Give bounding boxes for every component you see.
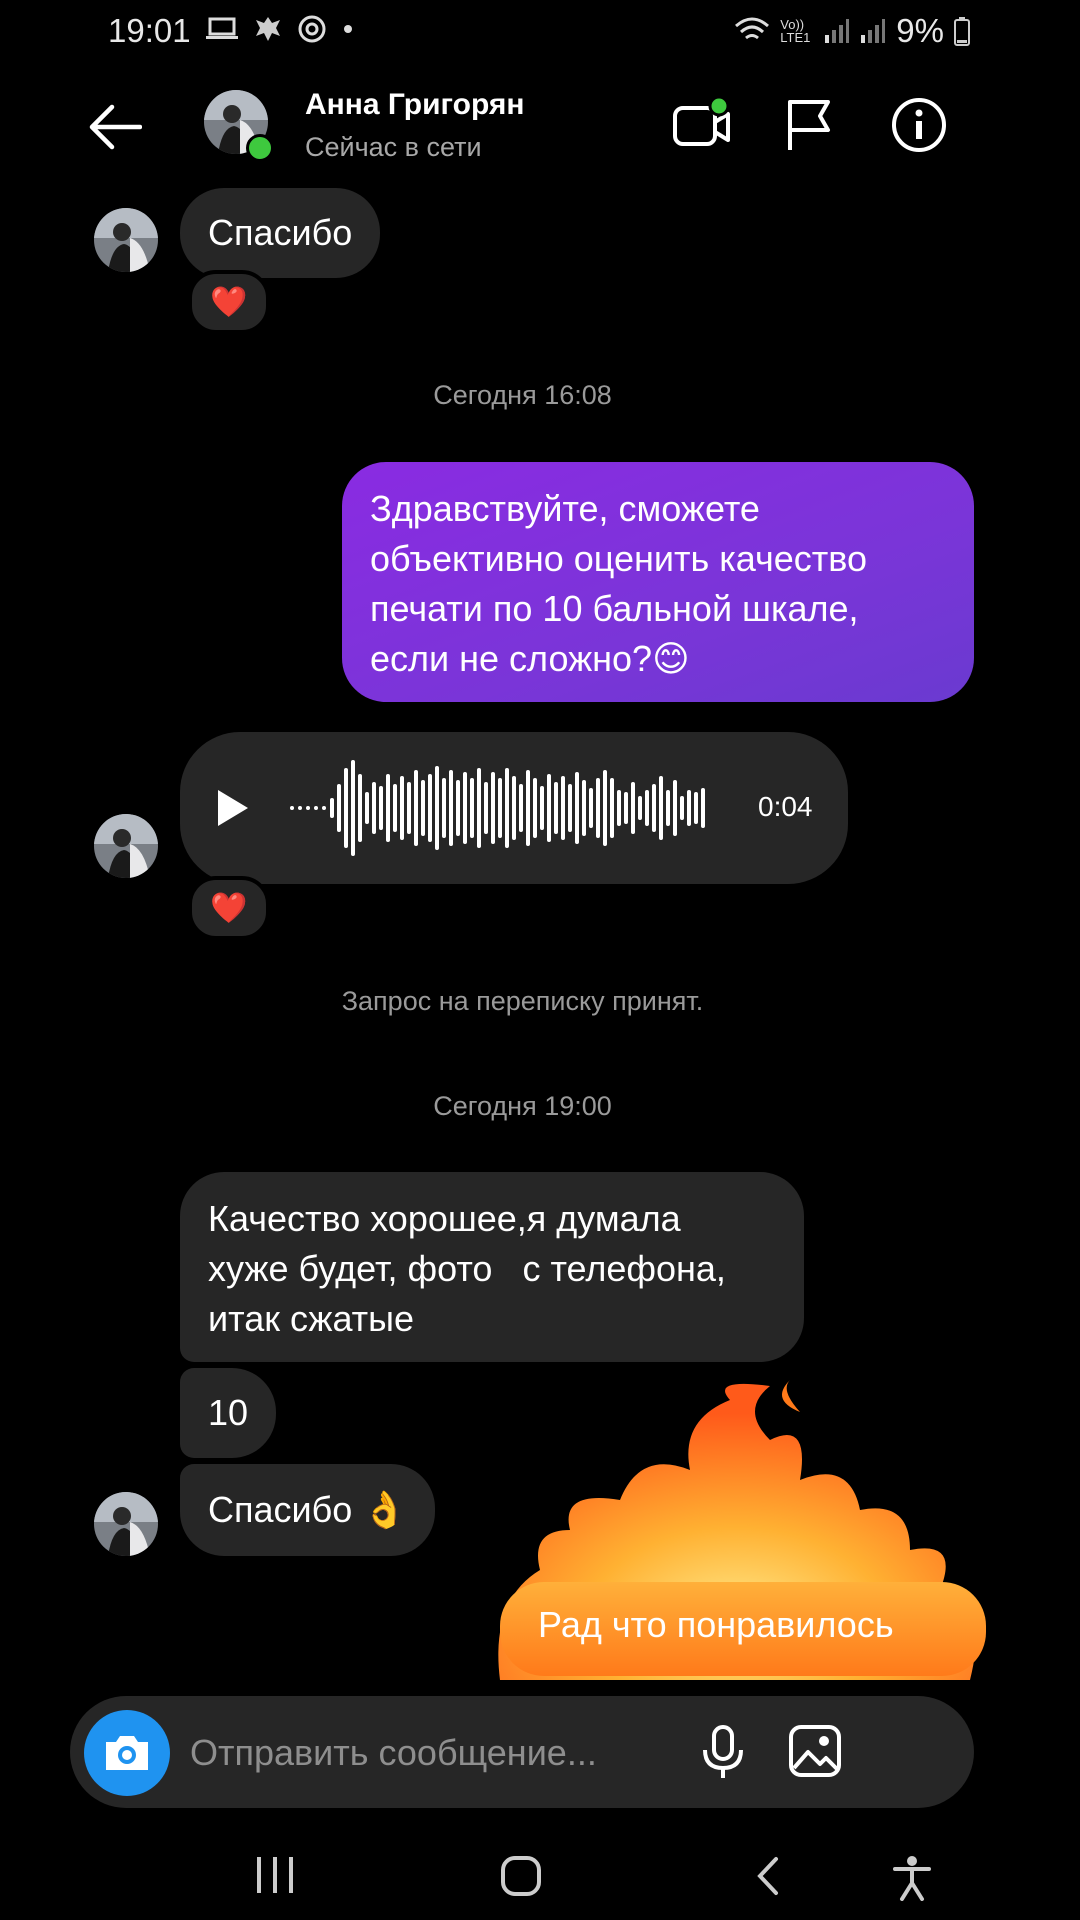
battery-percent: 9%	[896, 12, 944, 49]
timestamp-divider: Сегодня 19:00	[433, 1091, 612, 1121]
message-bubble-incoming[interactable]: Качество хорошее,я думала хуже будет, фо…	[180, 1172, 804, 1362]
home-icon	[501, 1856, 541, 1896]
emblem-icon	[256, 17, 280, 41]
status-system-icons: Vo)) LTE1 9%	[734, 12, 970, 50]
chevron-left-icon	[757, 1857, 778, 1895]
at-sign-icon	[298, 15, 326, 43]
contact-status: Сейчас в сети	[305, 132, 482, 162]
message-line: печати по 10 бальной шкале,	[370, 588, 859, 629]
message-text: Спасибо 👌	[208, 1489, 408, 1530]
message-bubble-incoming[interactable]: Спасибо	[180, 188, 381, 278]
audio-waveform[interactable]	[288, 756, 908, 860]
message-bubble-incoming[interactable]: 10	[180, 1368, 277, 1458]
flag-icon	[788, 100, 830, 150]
status-notification-icons	[205, 14, 355, 44]
voice-duration: 0:04	[758, 791, 813, 822]
message-line: объективно оценить качество	[370, 538, 868, 579]
recent-apps-button[interactable]	[254, 1855, 296, 1910]
sender-avatar[interactable]	[94, 814, 158, 878]
voice-record-button[interactable]	[700, 1724, 746, 1785]
avatar-photo	[94, 208, 158, 272]
status-time: 19:01	[108, 12, 191, 49]
message-reaction[interactable]: ❤️	[188, 270, 270, 334]
microphone-icon	[703, 1725, 743, 1778]
lte-label: Vo)) LTE1	[780, 17, 811, 45]
play-icon	[218, 790, 248, 826]
back-button[interactable]	[88, 104, 143, 150]
signal-icon-1	[825, 19, 850, 43]
sender-avatar[interactable]	[94, 1492, 158, 1556]
camera-button[interactable]	[84, 1710, 170, 1796]
message-line: хуже будет, фото с телефона,	[208, 1248, 726, 1289]
play-button[interactable]	[216, 788, 250, 841]
heart-reaction: ❤️	[210, 285, 248, 319]
timestamp-divider: Сегодня 16:08	[433, 380, 612, 410]
message-text: Спасибо	[208, 212, 353, 253]
accessibility-icon	[893, 1856, 931, 1901]
recent-apps-icon	[257, 1857, 293, 1893]
contact-name[interactable]: Анна Григорян	[305, 88, 525, 122]
avatar-photo	[94, 814, 158, 878]
sender-avatar[interactable]	[94, 208, 158, 272]
battery-icon	[954, 17, 970, 46]
accessibility-button[interactable]	[892, 1855, 932, 1910]
info-button[interactable]	[890, 96, 948, 154]
message-line: если не сложно?😊	[370, 638, 690, 679]
video-call-button[interactable]	[672, 95, 730, 154]
avatar-photo	[94, 1492, 158, 1556]
message-bubble-outgoing[interactable]: Здравствуйте, сможете объективно оценить…	[342, 462, 974, 702]
heart-reaction: ❤️	[210, 891, 248, 925]
online-indicator	[246, 134, 274, 162]
arrow-left-icon	[89, 104, 143, 150]
system-notice: Запрос на переписку принят.	[341, 986, 704, 1016]
message-line: итак сжатые	[208, 1298, 415, 1339]
message-line: Здравствуйте, сможете	[370, 488, 760, 529]
message-input[interactable]	[190, 1722, 670, 1784]
video-camera-icon	[673, 95, 730, 146]
message-bubble-outgoing[interactable]: Рад что понравилось	[500, 1582, 986, 1676]
system-back-button[interactable]	[752, 1855, 782, 1910]
dot-icon	[344, 25, 352, 33]
wifi-icon	[735, 17, 770, 40]
report-button[interactable]	[784, 96, 842, 154]
message-text: 10	[208, 1392, 249, 1433]
voice-message-bubble[interactable]: 0:04	[180, 732, 848, 884]
message-reaction[interactable]: ❤️	[188, 876, 270, 940]
message-text: Рад что понравилось	[538, 1604, 894, 1645]
message-bubble-incoming[interactable]: Спасибо 👌	[180, 1464, 436, 1556]
camera-icon	[106, 1736, 148, 1770]
laptop-icon	[206, 17, 238, 39]
image-icon	[789, 1725, 841, 1777]
signal-icon-2	[861, 19, 886, 43]
gallery-button[interactable]	[788, 1724, 842, 1783]
message-line: Качество хорошее,я думала	[208, 1198, 681, 1239]
info-icon	[892, 98, 946, 152]
home-button[interactable]	[500, 1855, 542, 1910]
